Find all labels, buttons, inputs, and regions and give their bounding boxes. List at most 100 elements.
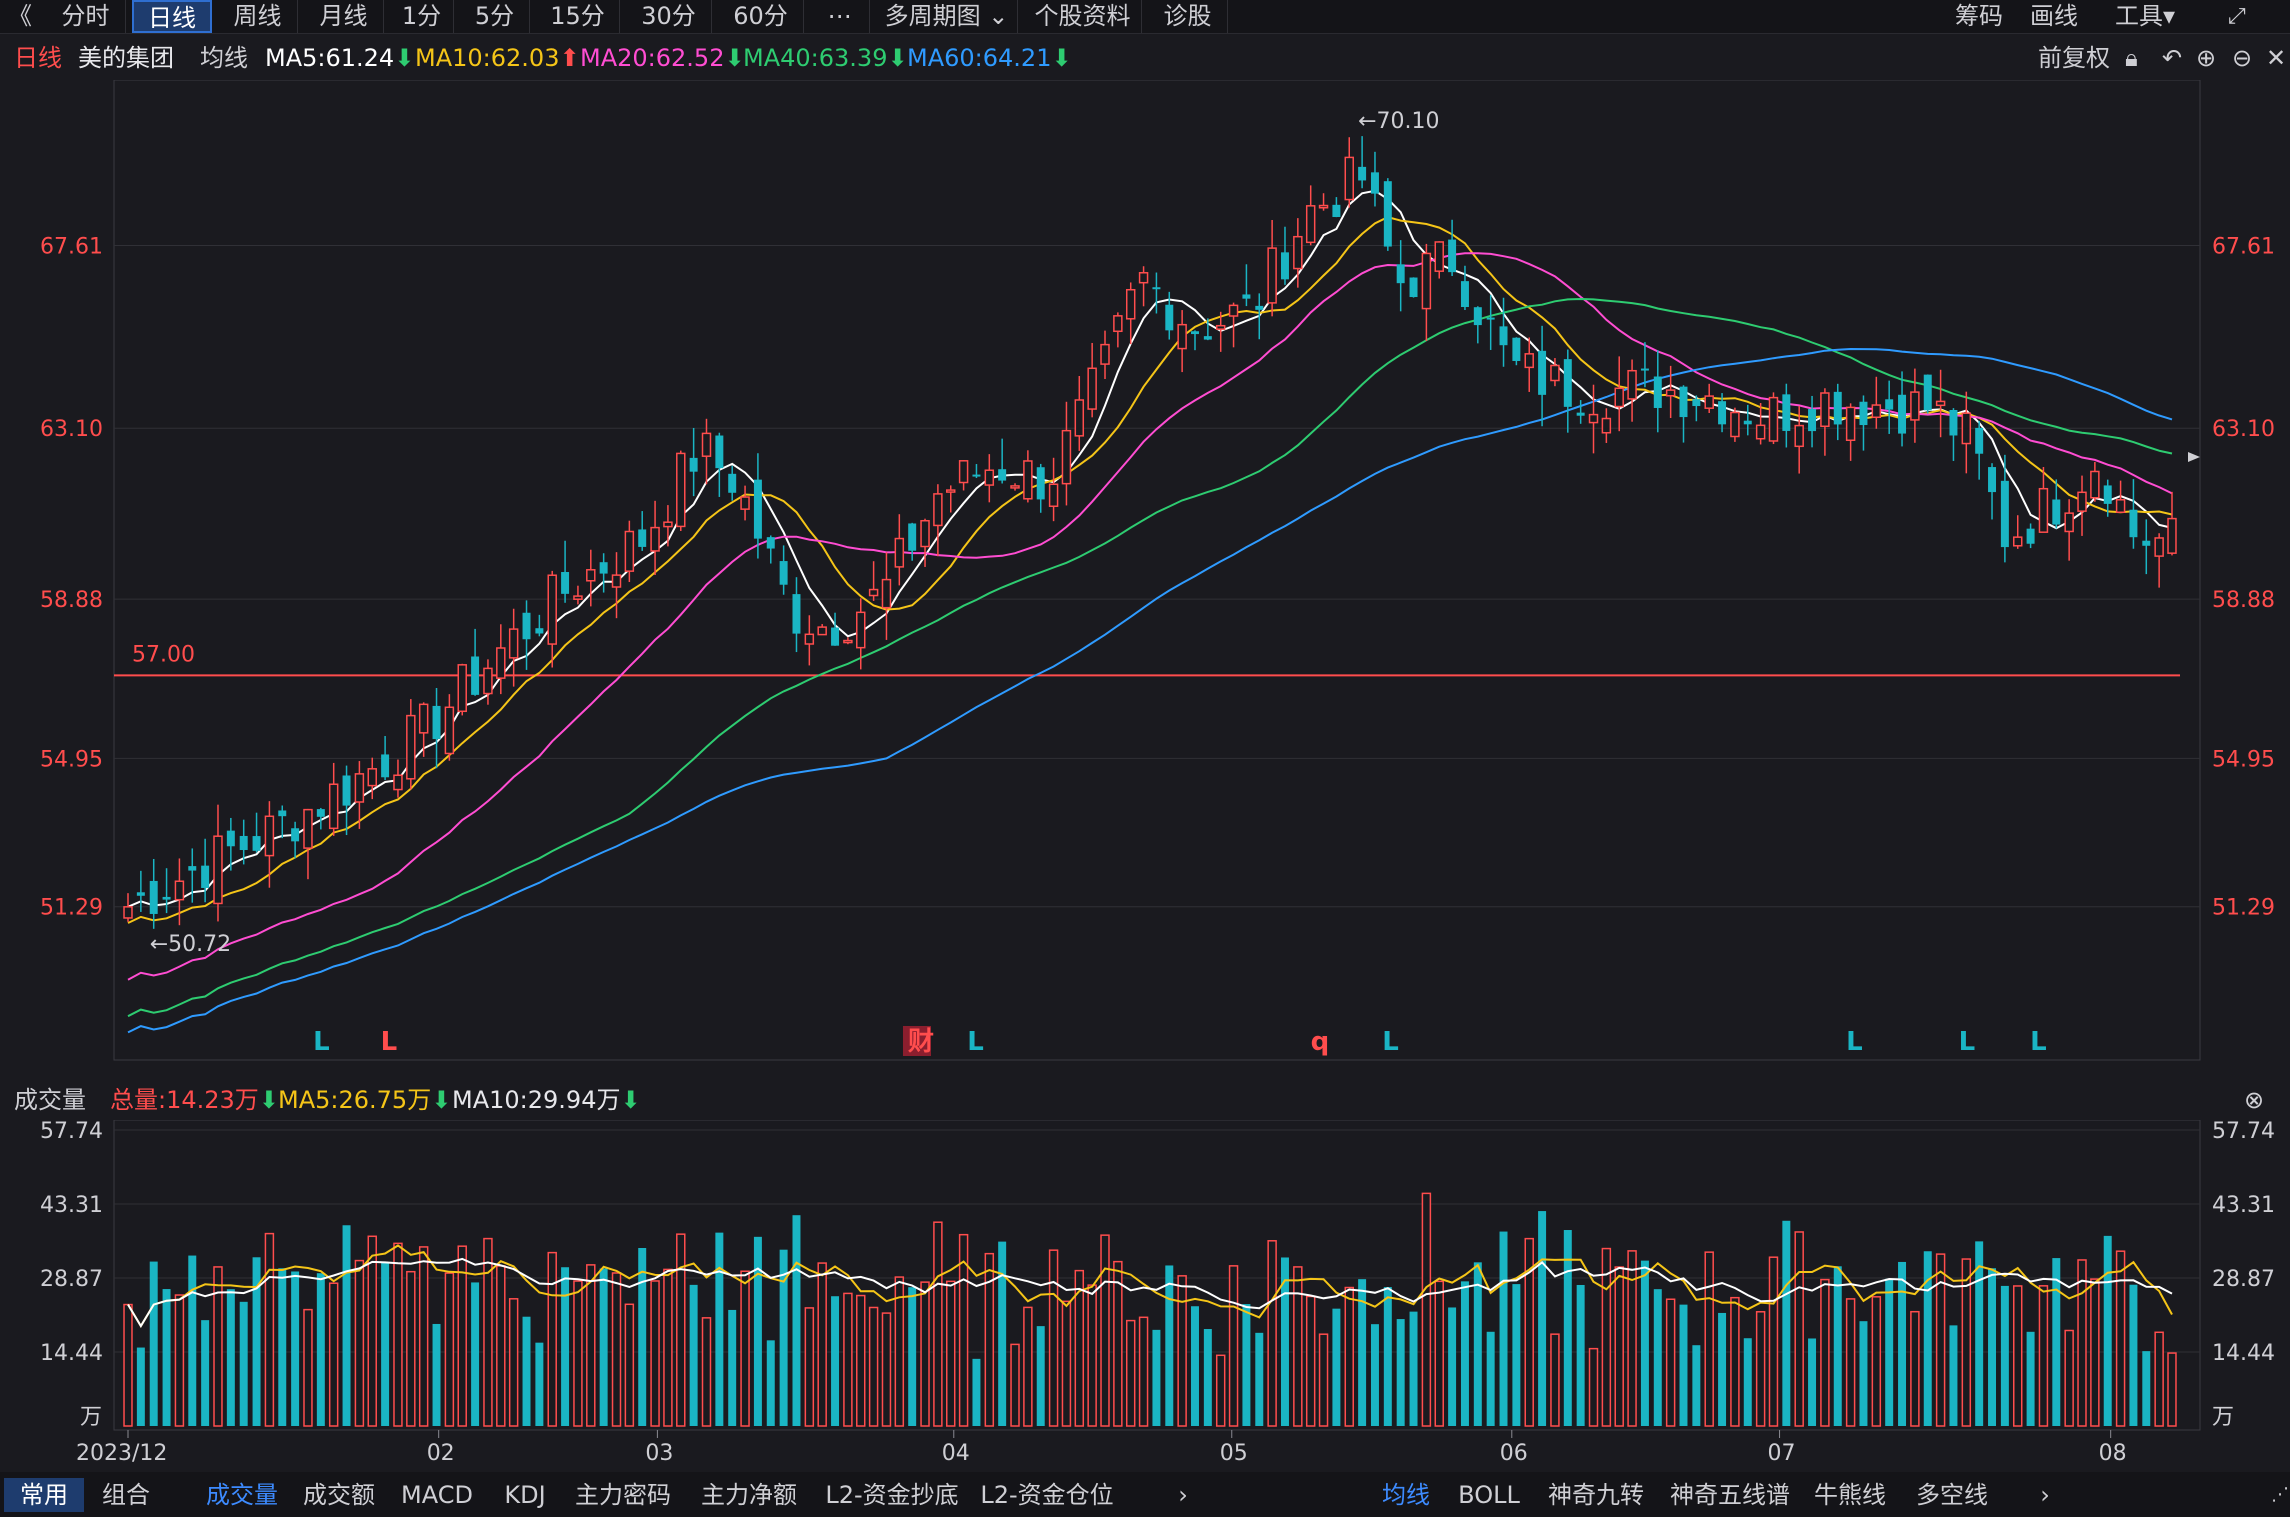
volume-bar [561, 1267, 570, 1426]
candle-body [354, 773, 365, 803]
period-tab-7[interactable]: 30分 [626, 0, 712, 33]
candle-body [2103, 485, 2112, 504]
draw-line-button[interactable]: 画线 [2030, 0, 2078, 33]
indicator-next-icon[interactable]: › [1168, 1478, 1198, 1512]
candle-body [792, 594, 801, 634]
lock-icon[interactable]: 🔒︎ [2125, 38, 2138, 78]
candle-body [1203, 336, 1212, 340]
overlay-next-icon[interactable]: › [2030, 1478, 2060, 1512]
volume-bar [1228, 1265, 1239, 1427]
indicator-tab-1[interactable]: 成交额 [294, 1478, 384, 1512]
period-tab-9[interactable]: ⋯ [810, 0, 870, 33]
period-tab-6[interactable]: 15分 [536, 0, 620, 33]
chip-button[interactable]: 筹码 [1955, 0, 2003, 33]
overlay-tab-0[interactable]: 均线 [1366, 1478, 1446, 1512]
fullscreen-icon[interactable]: ⤢ [2228, 0, 2246, 33]
volume-chart[interactable]: 57.74 43.31 28.87 14.44 万 57.74 43.31 28.87 14.… [0, 1120, 2290, 1470]
indicator-tab-7[interactable]: L2-资金仓位 [972, 1478, 1122, 1512]
volume-bar [868, 1306, 879, 1427]
candle-body [471, 656, 480, 695]
volume-bar [2129, 1284, 2138, 1426]
candle-body [2052, 499, 2061, 525]
x-tick-label: 02 [427, 1441, 455, 1466]
volume-bar [174, 1294, 185, 1427]
candle-body [1885, 399, 1894, 410]
ma-label[interactable]: 均线 [200, 38, 248, 78]
tab-common[interactable]: 常用 [4, 1478, 84, 1512]
candle-body [1421, 252, 1432, 310]
volume-bar [1305, 1295, 1316, 1427]
volume-tick-left: 43.31 [40, 1193, 103, 1218]
undo-icon[interactable]: ↶ [2162, 38, 2182, 78]
price-tick-left: 51.29 [40, 896, 103, 921]
volume-close-icon[interactable]: ⊗ [2244, 1080, 2264, 1120]
candle-body [201, 865, 210, 888]
low-annotation: ←50.72 [150, 932, 231, 957]
candle-body [162, 896, 171, 900]
indicator-tab-4[interactable]: 主力密码 [560, 1478, 686, 1512]
period-tab-4[interactable]: 1分 [390, 0, 454, 33]
x-tick-label: 05 [1220, 1441, 1248, 1466]
volume-bar [1332, 1308, 1341, 1426]
overlay-tab-1[interactable]: BOLL [1446, 1478, 1532, 1512]
volume-bar [1242, 1304, 1251, 1426]
volume-bar [136, 1347, 145, 1426]
volume-total: 总量:14.23万⬇ [110, 1086, 279, 1114]
back-icon[interactable]: 《 [8, 0, 32, 33]
period-tab-10[interactable]: 多周期图 ⌄ [876, 0, 1018, 33]
candle-body [2154, 537, 2164, 557]
overlay-tab-2[interactable]: 神奇九转 [1532, 1478, 1660, 1512]
indicator-tab-5[interactable]: 主力净额 [686, 1478, 812, 1512]
x-tick-label: 04 [942, 1441, 970, 1466]
volume-bar [1692, 1345, 1701, 1426]
period-tab-2[interactable]: 周线 [218, 0, 298, 33]
candle-body [483, 667, 493, 695]
volume-tick-left: 万 [80, 1405, 102, 1430]
candle-body [1692, 399, 1701, 407]
zoom-in-icon[interactable]: ⊕ [2196, 38, 2216, 78]
ma40-value: MA40:63.39⬇ [743, 44, 908, 72]
period-tab-1[interactable]: 日线 [132, 0, 212, 33]
candle-body [611, 574, 622, 588]
candle-body [1755, 424, 1766, 440]
period-tab-12[interactable]: 诊股 [1148, 0, 1228, 33]
volume-bar [676, 1233, 686, 1427]
fuquan-button[interactable]: 前复权 [2038, 38, 2110, 78]
candle-body [1845, 406, 1856, 441]
overlay-tab-4[interactable]: 牛熊线 [1800, 1478, 1900, 1512]
period-tab-11[interactable]: 个股资料 [1024, 0, 1142, 33]
indicator-tab-2[interactable]: MACD [384, 1478, 490, 1512]
close-icon[interactable]: ✕ [2266, 38, 2286, 78]
volume-bar [1061, 1300, 1072, 1427]
tab-combo[interactable]: 组合 [86, 1478, 166, 1512]
indicator-tab-6[interactable]: L2-资金抄底 [812, 1478, 972, 1512]
period-tab-0[interactable]: 分时 [46, 0, 126, 33]
period-tab-3[interactable]: 月线 [304, 0, 384, 33]
event-marker: L [381, 1027, 398, 1057]
indicator-tab-0[interactable]: 成交量 [190, 1478, 294, 1512]
volume-bar [946, 1280, 956, 1427]
price-chart[interactable]: 67.61 63.10 58.88 54.95 51.29 67.61 63.10 58.8… [0, 80, 2290, 1160]
candle-body [316, 809, 325, 817]
volume-bar [1165, 1265, 1174, 1426]
indicator-tab-3[interactable]: KDJ [490, 1478, 560, 1512]
period-tab-8[interactable]: 60分 [718, 0, 804, 33]
volume-bar [1845, 1298, 1856, 1427]
volume-bar [1935, 1253, 1946, 1427]
overlay-tab-5[interactable]: 多空线 [1900, 1478, 2004, 1512]
period-tab-5[interactable]: 5分 [460, 0, 530, 33]
resize-icon[interactable]: ⋰ [2270, 1478, 2290, 1512]
volume-bar [1794, 1231, 1804, 1427]
volume-bar [264, 1232, 275, 1427]
volume-bar [522, 1316, 531, 1426]
x-tick-label: 06 [1500, 1441, 1528, 1466]
volume-bar [1550, 1333, 1560, 1427]
candle-body [213, 835, 223, 905]
candle-body [136, 892, 145, 896]
tools-button[interactable]: 工具▾ [2115, 0, 2175, 33]
overlay-tab-3[interactable]: 神奇五线谱 [1660, 1478, 1800, 1512]
volume-bar [1113, 1260, 1123, 1427]
volume-bar [573, 1280, 583, 1427]
volume-bar [1499, 1231, 1508, 1426]
zoom-out-icon[interactable]: ⊖ [2232, 38, 2252, 78]
